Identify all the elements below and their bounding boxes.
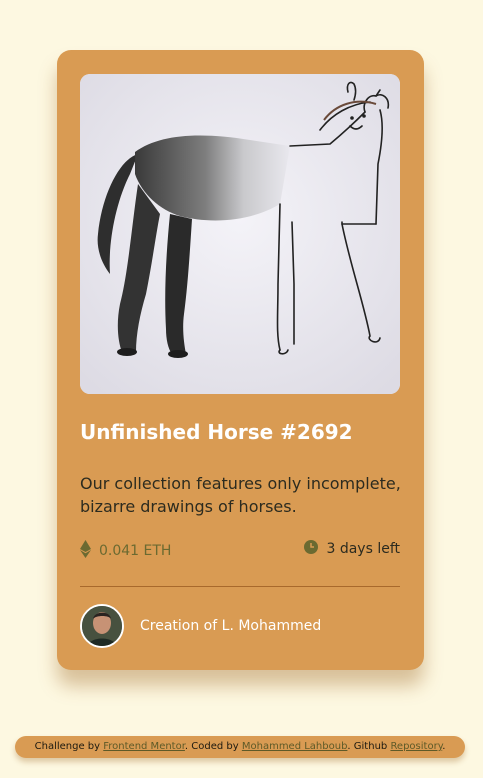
creator-name[interactable]: L. Mohammed xyxy=(222,618,322,634)
creator-prefix: Creation of xyxy=(140,618,222,634)
card-title[interactable]: Unfinished Horse #2692 xyxy=(80,420,353,444)
horse-drawing xyxy=(80,74,400,394)
nft-image[interactable] xyxy=(80,74,400,394)
card-description: Our collection features only incomplete,… xyxy=(80,474,401,516)
attribution-text-4: . xyxy=(442,741,446,752)
repository-link[interactable]: Repository xyxy=(390,741,442,752)
card-stats: 0.041 ETH 3 days left xyxy=(80,540,400,564)
divider xyxy=(80,586,400,587)
creator: Creation of L. Mohammed xyxy=(80,604,321,648)
author-link[interactable]: Mohammed Lahboub xyxy=(242,741,348,752)
time-left: 3 days left xyxy=(304,540,400,558)
attribution-text-3: . Github xyxy=(347,741,391,752)
avatar xyxy=(80,604,124,648)
attribution-text-1: Challenge by xyxy=(34,741,104,752)
nft-card: Unfinished Horse #2692 Our collection fe… xyxy=(57,50,424,670)
time-left-value: 3 days left xyxy=(326,541,400,557)
creator-text: Creation of L. Mohammed xyxy=(140,618,321,634)
attribution-text-2: . Coded by xyxy=(184,741,242,752)
price: 0.041 ETH xyxy=(80,540,171,562)
price-value: 0.041 ETH xyxy=(99,543,172,559)
page: Unfinished Horse #2692 Our collection fe… xyxy=(0,0,483,778)
clock-icon xyxy=(304,540,319,558)
frontend-mentor-link[interactable]: Frontend Mentor xyxy=(103,741,185,752)
ethereum-icon xyxy=(80,540,91,562)
attribution: Challenge by Frontend Mentor. Coded by M… xyxy=(15,736,465,758)
